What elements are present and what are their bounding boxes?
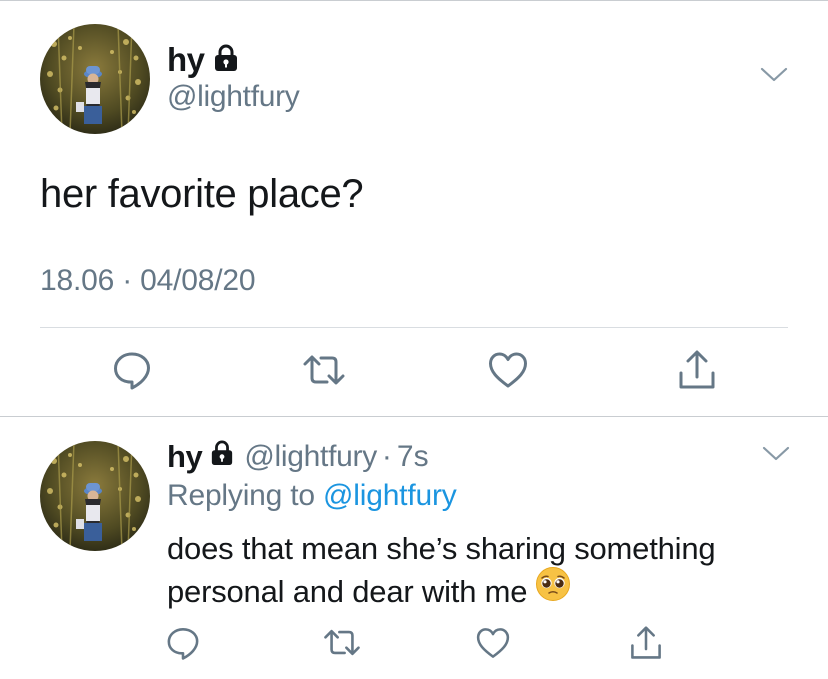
share-icon [677, 349, 717, 396]
heart-icon [475, 626, 511, 665]
share-button[interactable] [671, 346, 723, 398]
chevron-down-icon[interactable] [760, 66, 788, 89]
reply-separator: · [381, 440, 392, 473]
reply-like-button[interactable] [470, 622, 516, 668]
reply-header: hy @lightfury · 7s [167, 437, 429, 477]
replying-to: Replying to @lightfury [167, 479, 457, 513]
pleading-face-emoji-icon [535, 566, 571, 613]
reply-text-line-2-text: personal and dear with me [167, 574, 528, 609]
heart-icon [487, 350, 529, 395]
chevron-down-icon[interactable] [762, 445, 790, 468]
like-button[interactable] [482, 346, 534, 398]
retweet-button[interactable] [298, 346, 350, 398]
action-bar [0, 346, 828, 398]
reply-retweet-button[interactable] [319, 622, 365, 668]
divider [40, 327, 788, 328]
tweet-separator [0, 416, 828, 417]
meta-separator: · [122, 264, 133, 297]
tweet-text: her favorite place? [40, 172, 364, 216]
main-tweet: hy @lightfury her favorite place? 18.06 … [0, 0, 828, 416]
share-icon [629, 625, 663, 666]
lock-icon [210, 440, 234, 474]
reply-text: does that mean she’s sharing something p… [167, 527, 716, 613]
reply-text-line-2: personal and dear with me [167, 567, 715, 613]
tweet-timestamp[interactable]: 18.06 · 04/08/20 [40, 264, 256, 298]
reply-button[interactable] [106, 346, 158, 398]
replying-handle-link[interactable]: @lightfury [323, 479, 457, 512]
reply-display-name[interactable]: hy [167, 439, 203, 475]
tweet-date: 04/08/20 [140, 264, 256, 297]
reply-icon [165, 625, 201, 666]
reply-text-line-1: does that mean she’s sharing something [167, 531, 716, 566]
display-name[interactable]: hy [167, 41, 205, 79]
author-handle[interactable]: @lightfury [167, 80, 300, 114]
retweet-icon [322, 625, 362, 665]
reply-time[interactable]: 7s [397, 440, 429, 474]
reply-action-bar [0, 622, 828, 668]
reply-icon [111, 349, 153, 396]
author-name-row: hy [167, 40, 239, 80]
lock-icon [213, 44, 239, 77]
reply-share-button[interactable] [623, 622, 669, 668]
retweet-icon [301, 350, 347, 395]
reply-avatar[interactable] [40, 441, 150, 551]
reply-handle[interactable]: @lightfury [244, 440, 377, 474]
reply-reply-button[interactable] [160, 622, 206, 668]
replying-prefix: Replying to [167, 479, 315, 512]
tweet-time: 18.06 [40, 264, 115, 297]
avatar[interactable] [40, 24, 150, 134]
